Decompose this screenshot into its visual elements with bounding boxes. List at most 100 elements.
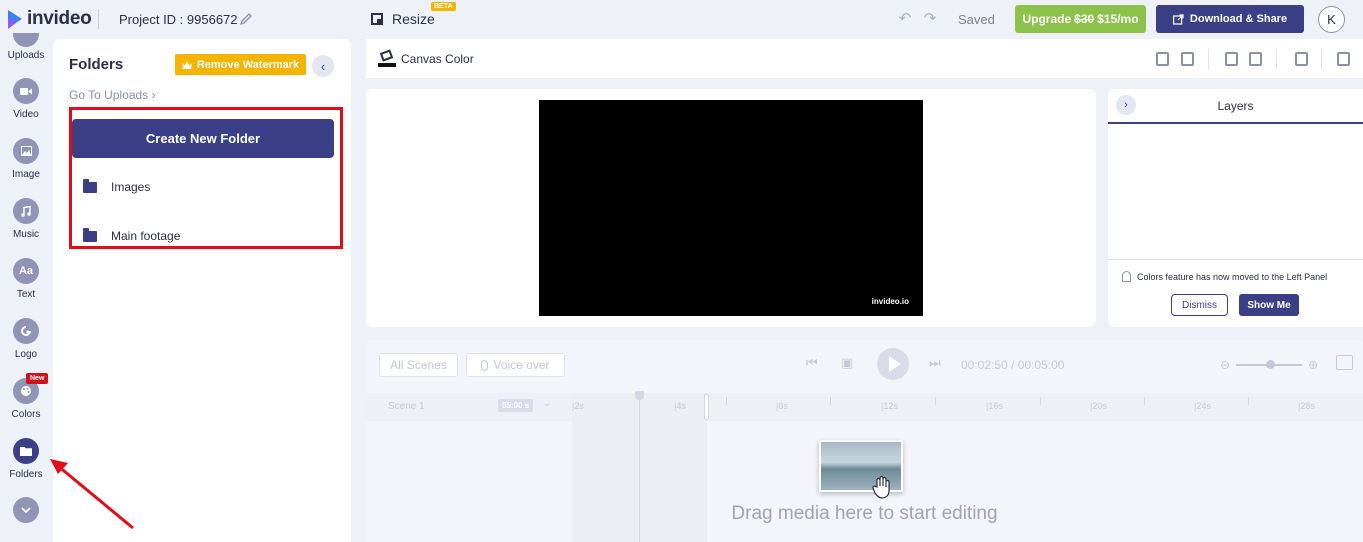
remove-watermark-button[interactable]: Remove Watermark	[175, 54, 306, 75]
paint-bucket-icon	[378, 49, 396, 67]
ruler-tick: |4s	[674, 401, 686, 411]
rail-item-image[interactable]: Image	[0, 138, 52, 180]
ruler-tick: |20s	[1090, 401, 1107, 411]
text-icon: Aa	[13, 258, 39, 284]
scene-preview-icon[interactable]: ▣	[841, 355, 853, 371]
ruler-tick: |16s	[986, 401, 1003, 411]
layers-title: Layers	[1217, 99, 1254, 113]
zoom-control: ⊖ ⊕	[1220, 358, 1318, 372]
duplicate-icon[interactable]	[1156, 52, 1169, 66]
chevron-down-icon	[13, 497, 39, 523]
video-icon	[13, 78, 39, 104]
rail-item-text[interactable]: Aa Text	[0, 258, 52, 300]
voice-over-button[interactable]: Voice over	[466, 353, 565, 377]
rail-label-logo: Logo	[14, 349, 38, 360]
upgrade-prefix: Upgrade	[1022, 12, 1072, 26]
delete-icon[interactable]	[1295, 52, 1308, 66]
crown-icon	[181, 61, 192, 69]
scene-dropdown-icon[interactable]: ⌄	[543, 398, 551, 409]
rail-label-music: Music	[12, 229, 40, 240]
send-backward-icon[interactable]	[1249, 52, 1262, 66]
play-icon	[888, 356, 901, 372]
voice-over-label: Voice over	[493, 358, 550, 372]
upload-icon	[13, 33, 39, 47]
skip-back-icon[interactable]: ⏮	[806, 355, 818, 371]
rail-label-colors: Colors	[11, 409, 41, 420]
new-badge: New	[26, 373, 49, 384]
expand-layers-button[interactable]: ›	[1116, 95, 1136, 115]
play-button[interactable]	[877, 348, 909, 380]
grid-icon[interactable]	[1337, 52, 1350, 66]
folder-icon	[13, 438, 39, 464]
upgrade-button[interactable]: Upgrade $30 $15/mo	[1015, 5, 1146, 33]
project-id: Project ID : 9956672	[119, 12, 238, 27]
all-scenes-button[interactable]: All Scenes	[379, 353, 458, 377]
zoom-out-icon[interactable]: ⊖	[1220, 358, 1230, 372]
scene-duration-badge[interactable]: 05:00 s	[498, 399, 534, 412]
zoom-slider[interactable]	[1236, 360, 1303, 369]
clip-trim-handle[interactable]	[704, 394, 709, 420]
rail-item-music[interactable]: Music	[0, 198, 52, 240]
ruler-minor-tick	[935, 397, 936, 405]
annotation-highlight-box	[69, 107, 343, 249]
paste-icon[interactable]	[1181, 52, 1194, 66]
ruler-minor-tick	[1248, 397, 1249, 405]
invideo-logo-icon	[8, 10, 22, 29]
undo-icon[interactable]: ↶	[897, 11, 913, 27]
download-label: Download & Share	[1189, 13, 1288, 25]
rail-label-uploads: Uploads	[7, 50, 45, 61]
ruler-tick: |24s	[1194, 401, 1211, 411]
microphone-icon	[481, 359, 489, 371]
beta-badge: BETA	[431, 2, 456, 11]
rail-item-colors[interactable]: Colors	[0, 378, 52, 420]
rail-item-logo[interactable]: Logo	[0, 318, 52, 360]
notice-text: Colors feature has now moved to the Left…	[1137, 271, 1328, 282]
toolbar-divider	[1276, 49, 1277, 69]
image-icon	[13, 138, 39, 164]
hand-cursor-icon	[872, 475, 890, 499]
logo-icon	[13, 318, 39, 344]
remove-watermark-label: Remove Watermark	[196, 58, 300, 71]
pencil-icon[interactable]	[239, 12, 253, 26]
upgrade-old-price: $30	[1074, 12, 1095, 26]
chevron-left-icon: ‹	[320, 58, 326, 74]
canvas-color-button[interactable]: Canvas Color	[378, 49, 474, 67]
time-readout: 00:02:50 / 00:05:00	[961, 358, 1064, 372]
share-icon	[1172, 13, 1184, 25]
user-avatar[interactable]: K	[1318, 6, 1345, 33]
time-separator: /	[1011, 358, 1015, 372]
go-to-uploads-label: Go To Uploads	[69, 88, 149, 102]
ruler-minor-tick	[1040, 397, 1041, 405]
rail-label-text: Text	[16, 289, 36, 300]
redo-icon[interactable]: ↷	[922, 11, 938, 27]
ruler-tick: |8s	[776, 401, 788, 411]
resize-label: Resize	[392, 11, 435, 27]
dismiss-button[interactable]: Dismiss	[1171, 294, 1228, 316]
video-canvas[interactable]: invideo.io	[539, 100, 923, 316]
go-to-uploads-link[interactable]: Go To Uploads ›	[69, 88, 156, 102]
show-me-button[interactable]: Show Me	[1239, 294, 1299, 316]
total-time: 00:05:00	[1017, 358, 1065, 372]
zoom-slider-handle[interactable]	[1266, 360, 1276, 369]
download-share-button[interactable]: Download & Share	[1156, 5, 1304, 33]
skip-forward-icon[interactable]: ⏭	[929, 355, 941, 371]
resize-button[interactable]: Resize	[371, 11, 435, 27]
lightbulb-icon	[1122, 271, 1131, 282]
zoom-in-icon[interactable]: ⊕	[1308, 358, 1318, 372]
scene-label: Scene 1	[388, 401, 425, 412]
fit-timeline-icon[interactable]	[1336, 355, 1353, 370]
notice-message: Colors feature has now moved to the Left…	[1122, 271, 1327, 282]
panel-title: Folders	[69, 56, 124, 73]
ruler-minor-tick	[1144, 397, 1145, 405]
top-bar: invideo Project ID : 9956672 Resize BETA…	[0, 0, 1363, 39]
resize-icon	[371, 13, 383, 25]
annotation-arrow	[50, 459, 134, 530]
invideo-logo[interactable]: invideo	[8, 8, 92, 29]
layers-header: Layers ›	[1108, 89, 1363, 124]
rail-item-uploads[interactable]: Uploads	[0, 33, 52, 61]
current-time: 00:02:50	[961, 358, 1008, 372]
bring-forward-icon[interactable]	[1225, 52, 1238, 66]
playhead-handle[interactable]	[635, 391, 644, 400]
rail-item-video[interactable]: Video	[0, 78, 52, 120]
collapse-panel-button[interactable]: ‹	[312, 55, 334, 77]
